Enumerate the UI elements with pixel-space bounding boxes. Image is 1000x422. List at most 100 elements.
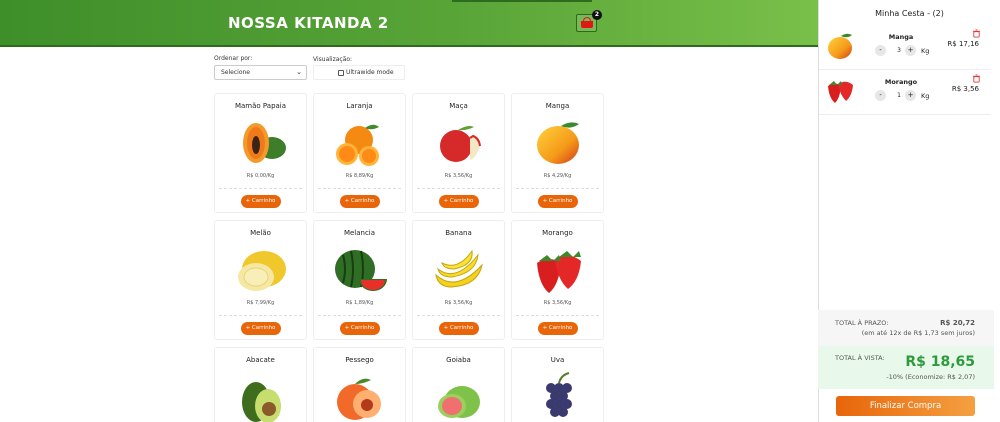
product-card: Uva xyxy=(511,347,604,422)
product-card: Morango R$ 3,56/Kg + Carrinho xyxy=(511,220,604,340)
finish-purchase-button[interactable]: Finalizar Compra xyxy=(836,396,975,416)
product-name: Banana xyxy=(445,229,472,237)
total-cash-label: TOTAL À VISTA: xyxy=(835,354,885,362)
product-card: Mamão Papaia R$ 0,00/Kg + Carrinho xyxy=(214,93,307,213)
add-to-cart-button[interactable]: + Carrinho xyxy=(240,195,281,208)
add-to-cart-button[interactable]: + Carrinho xyxy=(339,195,380,208)
strawberry-icon xyxy=(828,81,853,103)
quantity-value: 1 xyxy=(897,92,901,99)
mango-icon xyxy=(536,122,579,164)
header-accent-line xyxy=(452,0,592,2)
cart-item-name: Manga xyxy=(888,33,914,41)
product-card: Laranja R$ 8,89/Kg + Carrinho xyxy=(313,93,406,213)
divider xyxy=(219,188,302,189)
unit-label: Kg xyxy=(921,92,930,100)
product-name: Maça xyxy=(449,102,468,110)
apple-icon xyxy=(439,126,481,162)
melon-icon xyxy=(237,251,286,291)
add-to-cart-button[interactable]: + Carrinho xyxy=(240,322,281,335)
cart-item-name: Morango xyxy=(884,78,918,86)
app: NOSSA KITANDA 2 2 Ordenar por: Selecione… xyxy=(0,0,1000,422)
discount-text: -10% (Economize: R$ 2,07) xyxy=(886,373,975,381)
add-to-cart-button[interactable]: + Carrinho xyxy=(339,322,380,335)
add-to-cart-button[interactable]: + Carrinho xyxy=(537,195,578,208)
product-price: R$ 7,99/Kg xyxy=(246,300,275,306)
add-to-cart-button[interactable]: + Carrinho xyxy=(438,322,479,335)
product-name: Manga xyxy=(545,102,570,110)
decrease-button[interactable]: - xyxy=(875,90,886,101)
product-name: Mamão Papaia xyxy=(234,102,287,110)
product-card: Abacate xyxy=(214,347,307,422)
product-card: Goiaba xyxy=(412,347,505,422)
increase-button[interactable]: + xyxy=(905,90,916,101)
decrease-button[interactable]: - xyxy=(875,45,886,56)
mango-icon xyxy=(828,33,852,59)
watermelon-icon xyxy=(334,250,387,291)
cart-item-price: R$ 17,16 xyxy=(947,40,979,48)
orange-icon xyxy=(335,124,379,166)
divider xyxy=(516,315,599,316)
product-name: Pessego xyxy=(345,356,374,364)
chevron-down-icon: ⌄ xyxy=(296,68,302,76)
product-name: Melancia xyxy=(343,229,376,237)
product-name: Morango xyxy=(542,229,573,237)
guava-icon xyxy=(437,386,480,418)
product-name: Goiaba xyxy=(446,356,471,364)
product-card: Banana R$ 3,56/Kg + Carrinho xyxy=(412,220,505,340)
cart-title: Minha Cesta - (2) xyxy=(875,9,944,18)
unit-label: Kg xyxy=(921,47,930,55)
strawberry-icon xyxy=(536,251,581,293)
add-to-cart-button[interactable]: + Carrinho xyxy=(438,195,479,208)
product-card: Pessego xyxy=(313,347,406,422)
basket-icon xyxy=(581,21,593,28)
trash-icon[interactable] xyxy=(972,74,981,83)
quantity-value: 3 xyxy=(897,47,901,54)
cart-item: Morango - 1 + Kg R$ 3,56 xyxy=(819,70,991,115)
divider xyxy=(417,188,500,189)
view-label: Visualização: xyxy=(313,56,353,63)
product-name: Melão xyxy=(250,229,271,237)
divider xyxy=(516,188,599,189)
product-price: R$ 4,29/Kg xyxy=(543,173,572,179)
add-to-cart-button[interactable]: + Carrinho xyxy=(537,322,578,335)
product-card: Melão R$ 7,99/Kg + Carrinho xyxy=(214,220,307,340)
divider xyxy=(318,315,401,316)
product-price: R$ 3,56/Kg xyxy=(444,173,473,179)
product-price: R$ 1,89/Kg xyxy=(345,300,374,306)
product-price: R$ 3,56/Kg xyxy=(543,300,572,306)
ultrawide-checkbox[interactable] xyxy=(338,70,344,76)
page-title: NOSSA KITANDA 2 xyxy=(228,14,389,32)
quantity-stepper: - 1 + Kg xyxy=(875,90,935,101)
quantity-stepper: - 3 + Kg xyxy=(875,45,935,56)
order-select-value: Selecione xyxy=(221,69,250,76)
installments-text: (em até 12x de R$ 1,73 sem juros) xyxy=(861,329,975,337)
cart-item-price: R$ 3,56 xyxy=(951,85,979,93)
product-price: R$ 3,56/Kg xyxy=(444,300,473,306)
peach-icon xyxy=(336,378,381,420)
product-price: R$ 0,00/Kg xyxy=(246,173,275,179)
cart-item: Manga - 3 + Kg R$ 17,16 xyxy=(819,25,991,70)
cart-count-badge: 2 xyxy=(592,10,602,20)
avocado-icon xyxy=(241,382,281,422)
ultrawide-toggle[interactable]: Ultrawide mode xyxy=(313,65,405,80)
order-select[interactable]: Selecione ⌄ xyxy=(214,65,307,80)
increase-button[interactable]: + xyxy=(905,45,916,56)
total-term-label: TOTAL À PRAZO: xyxy=(835,319,889,327)
product-card: Manga R$ 4,29/Kg + Carrinho xyxy=(511,93,604,213)
product-name: Laranja xyxy=(346,102,373,110)
divider xyxy=(417,315,500,316)
order-label: Ordenar por: xyxy=(214,55,253,62)
trash-icon[interactable] xyxy=(972,29,981,38)
header: NOSSA KITANDA 2 2 xyxy=(0,0,818,47)
ultrawide-label: Ultrawide mode xyxy=(346,69,394,76)
total-term-panel: TOTAL À PRAZO: R$ 20,72 (em até 12x de R… xyxy=(818,310,994,346)
product-name: Uva xyxy=(550,356,565,364)
total-cash-value: R$ 18,65 xyxy=(905,354,975,370)
total-term-value: R$ 20,72 xyxy=(940,319,975,327)
total-cash-panel: TOTAL À VISTA: R$ 18,65 -10% (Economize:… xyxy=(818,346,994,389)
product-name: Abacate xyxy=(246,356,275,364)
divider xyxy=(318,188,401,189)
papaya-icon xyxy=(242,123,286,163)
product-card: Melancia R$ 1,89/Kg + Carrinho xyxy=(313,220,406,340)
product-price: R$ 8,89/Kg xyxy=(345,173,374,179)
